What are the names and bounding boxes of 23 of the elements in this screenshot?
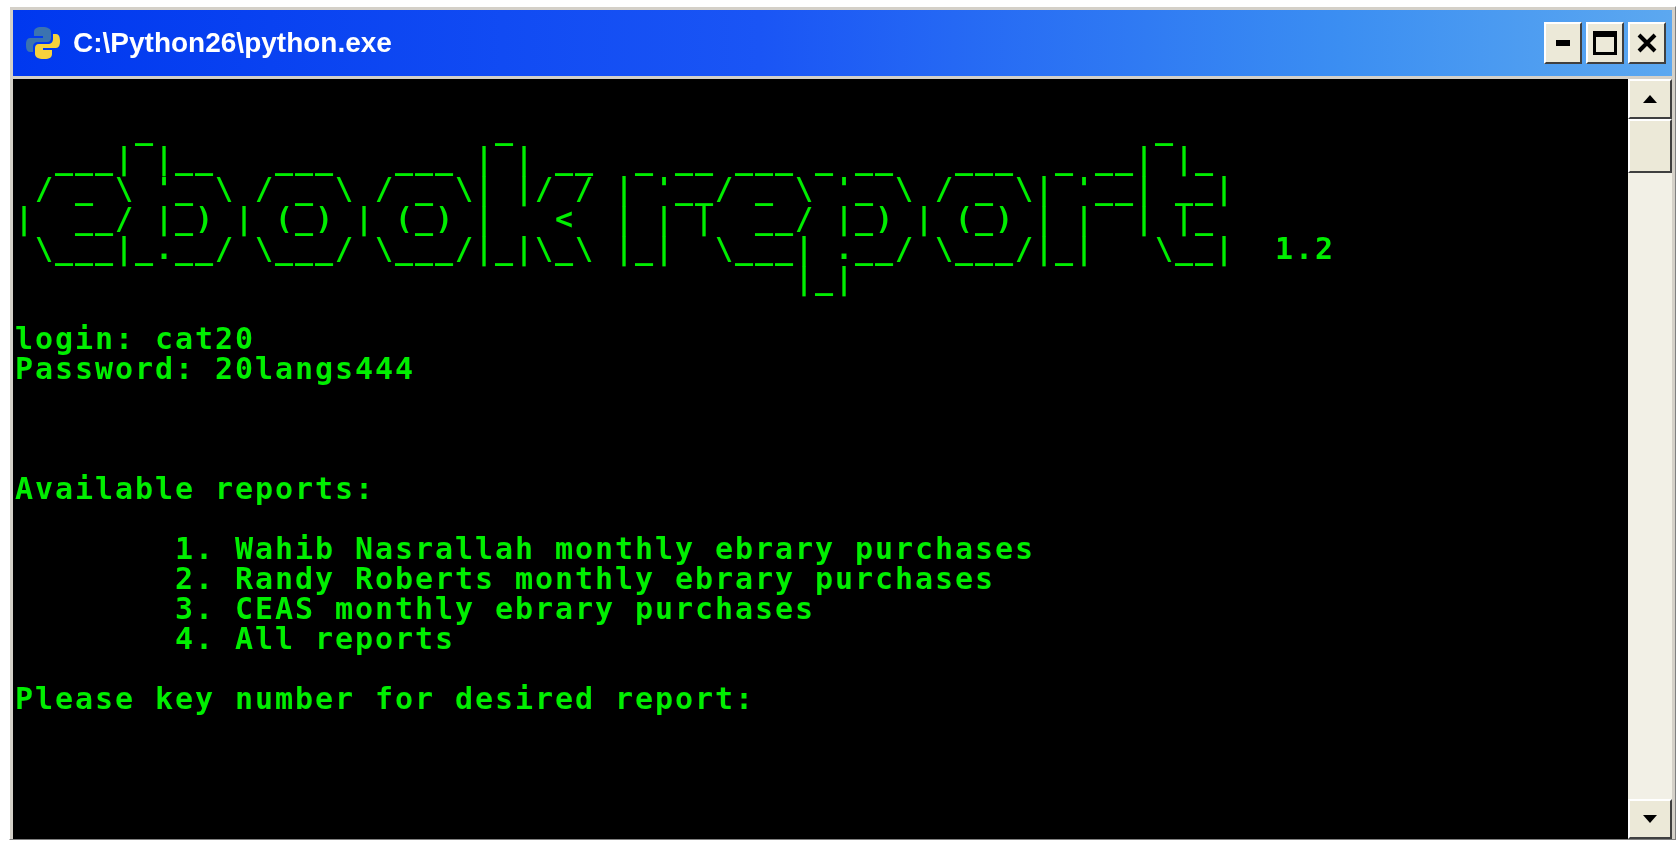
maximize-button[interactable] — [1586, 22, 1624, 64]
password-line: Password: 20langs444 — [15, 354, 416, 384]
close-button[interactable] — [1628, 22, 1666, 64]
scrollbar-track[interactable] — [1628, 79, 1672, 839]
logo-icon — [25, 25, 61, 61]
scroll-down-button[interactable] — [1628, 799, 1672, 839]
report-option: 4. All reports — [175, 624, 456, 654]
report-option: 2. Randy Roberts monthly ebrary purchases — [175, 564, 996, 594]
maximize-icon — [1593, 31, 1617, 55]
minimize-icon — [1556, 40, 1570, 46]
minimize-button[interactable] — [1544, 22, 1582, 64]
window-title: C:\Python26\python.exe — [73, 27, 392, 59]
input-prompt: Please key number for desired report: — [15, 684, 756, 714]
down-arrow-icon — [1643, 815, 1657, 823]
scrollbar-thumb[interactable] — [1628, 119, 1672, 173]
report-option: 3. CEAS monthly ebrary purchases — [175, 594, 816, 624]
login-line: login: cat20 — [15, 324, 256, 354]
reports-heading: Available reports: — [15, 474, 376, 504]
version-label: 1.2 — [1275, 234, 1336, 264]
report-option: 1. Wahib Nasrallah monthly ebrary purchases — [175, 534, 1036, 564]
close-icon — [1637, 33, 1657, 53]
up-arrow-icon — [1643, 95, 1657, 103]
scroll-up-button[interactable] — [1628, 79, 1672, 119]
